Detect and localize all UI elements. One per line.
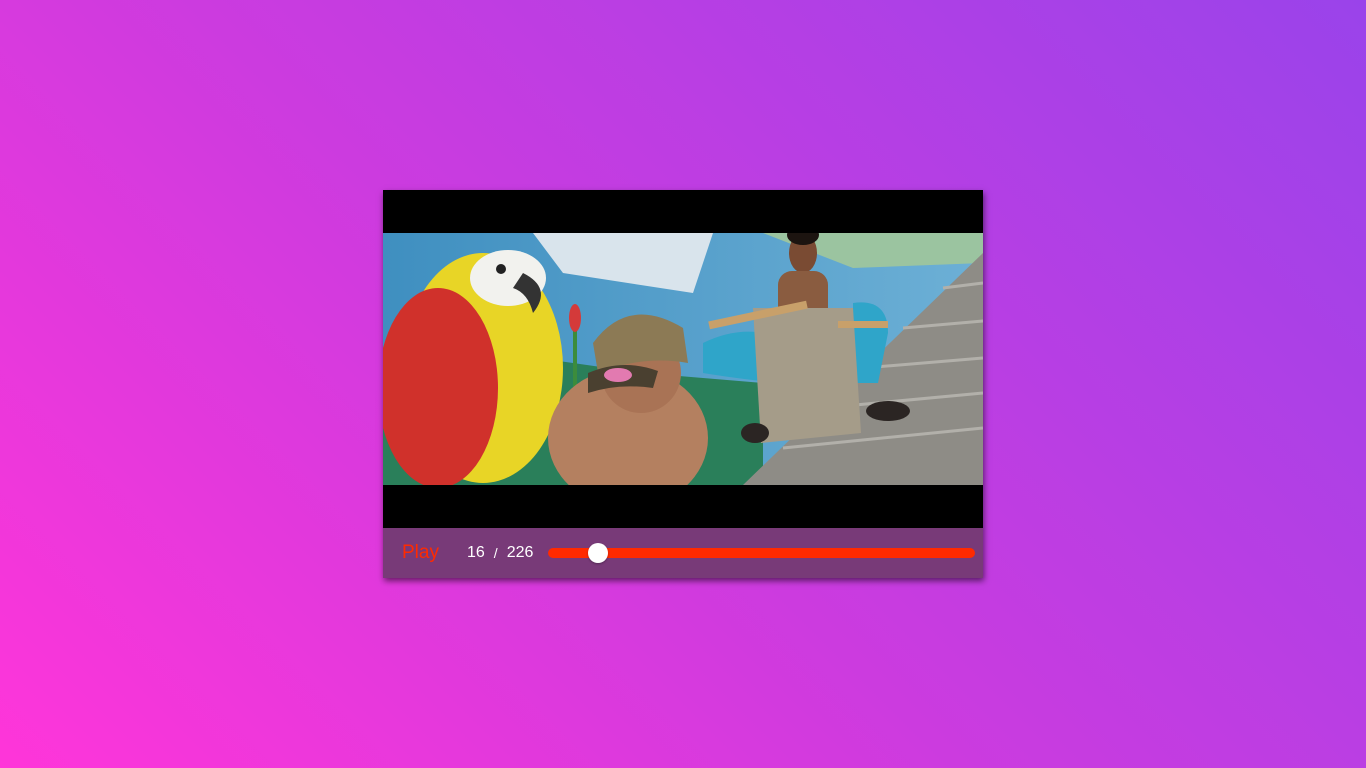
play-button[interactable]: Play	[402, 542, 462, 564]
video-still-image	[383, 233, 983, 485]
control-bar: Play 16 / 226	[383, 528, 983, 578]
duration: 226	[506, 544, 534, 561]
seek-slider[interactable]	[548, 541, 975, 565]
video-frame[interactable]	[383, 190, 983, 528]
current-time: 16	[467, 544, 485, 561]
time-display: 16 / 226	[467, 544, 547, 562]
time-separator: /	[493, 545, 498, 561]
seek-thumb[interactable]	[588, 543, 608, 563]
video-player: Play 16 / 226	[383, 190, 983, 578]
seek-track[interactable]	[548, 548, 975, 558]
